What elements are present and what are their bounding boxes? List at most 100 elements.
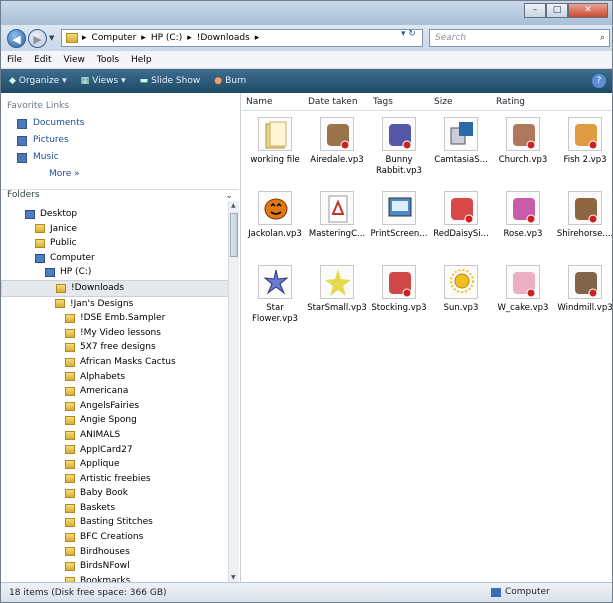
tree-item[interactable]: Angie Spong — [1, 413, 229, 428]
file-name: Windmill.vp3 — [557, 303, 613, 313]
tree-item[interactable]: ApplCard27 — [1, 443, 229, 458]
tree-item[interactable]: AngelsFairies — [1, 399, 229, 414]
menu-file[interactable]: File — [7, 55, 22, 65]
tree-item[interactable]: Basting Stitches — [1, 515, 229, 530]
tree-item-label: !My Video lessons — [80, 327, 161, 338]
slideshow-button[interactable]: ▬ Slide Show — [140, 76, 201, 86]
folder-icon — [258, 117, 292, 151]
organize-button[interactable]: ◆ Organize ▾ — [9, 76, 67, 86]
file-item[interactable]: Star Flower.vp3 — [244, 265, 306, 325]
tree-item[interactable]: !DSE Emb.Sampler — [1, 311, 229, 326]
tree-item[interactable]: BirdsNFowl — [1, 559, 229, 574]
help-icon[interactable]: ? — [592, 74, 606, 88]
tree-item[interactable]: Computer — [1, 251, 229, 266]
pdf-icon — [320, 191, 354, 225]
windmill-icon — [568, 265, 602, 299]
tree-item[interactable]: !Downloads — [1, 279, 229, 297]
command-bar: ◆ Organize ▾ ▦ Views ▾ ▬ Slide Show ● Burn ? — [1, 69, 612, 93]
chevron-down-icon[interactable]: ⌄ — [225, 191, 233, 201]
column-name[interactable]: Name — [246, 97, 273, 107]
folder-icon — [65, 313, 75, 323]
file-item[interactable]: Windmill.vp3 — [554, 265, 613, 314]
tree-item[interactable]: 5X7 free designs — [1, 340, 229, 355]
tree-item[interactable]: Public — [1, 236, 229, 251]
tree-item[interactable]: ANIMALS — [1, 428, 229, 443]
file-item[interactable]: PrintScreen... — [368, 191, 430, 240]
back-button[interactable]: ◀ — [7, 28, 26, 48]
file-item[interactable]: W_cake.vp3 — [492, 265, 554, 314]
folders-header[interactable]: Folders ⌄ — [1, 189, 239, 203]
tree-item[interactable]: Desktop — [1, 207, 229, 222]
file-item[interactable]: Church.vp3 — [492, 117, 554, 166]
file-name: PrintScreen... — [370, 229, 428, 239]
file-item[interactable]: Rose.vp3 — [492, 191, 554, 240]
scroll-down-icon[interactable]: ▼ — [231, 574, 236, 581]
tree-item[interactable]: Bookmarks — [1, 574, 229, 582]
tree-item[interactable]: Applique — [1, 457, 229, 472]
tree-item-label: Baskets — [80, 502, 116, 513]
file-item[interactable]: CamtasiaS... — [430, 117, 492, 166]
tree-item[interactable]: Artistic freebies — [1, 472, 229, 487]
menu-view[interactable]: View — [64, 55, 85, 65]
file-item[interactable]: Shirehorse.... — [554, 191, 612, 240]
column-tags[interactable]: Tags — [373, 97, 393, 107]
file-item[interactable]: Fish 2.vp3 — [554, 117, 612, 166]
tree-item[interactable]: !Jan's Designs — [1, 297, 229, 312]
sun-icon — [444, 265, 478, 299]
favorite-label: Pictures — [33, 135, 69, 145]
refresh-icon[interactable]: ▾ ↻ — [401, 29, 416, 39]
breadcrumb-computer[interactable]: Computer — [92, 33, 137, 43]
tree-item[interactable]: Alphabets — [1, 370, 229, 385]
computer-icon — [25, 209, 35, 219]
status-text: 18 items (Disk free space: 366 GB) — [9, 587, 167, 598]
tree-item[interactable]: African Masks Cactus — [1, 355, 229, 370]
tree-item[interactable]: HP (C:) — [1, 265, 229, 280]
breadcrumb-drive[interactable]: HP (C:) — [151, 33, 182, 43]
minimize-button[interactable]: – — [524, 3, 546, 18]
tree-item[interactable]: Baskets — [1, 501, 229, 516]
computer-icon — [45, 268, 55, 278]
tree-scrollbar[interactable]: ▲ ▼ — [228, 201, 239, 582]
recent-pages-dropdown-icon[interactable]: ▼ — [49, 34, 54, 42]
file-item[interactable]: StarSmall.vp3 — [306, 265, 368, 314]
file-item[interactable]: RedDaisySi... — [430, 191, 492, 240]
column-rating[interactable]: Rating — [496, 97, 525, 107]
tree-item[interactable]: !My Video lessons — [1, 326, 229, 341]
burn-button[interactable]: ● Burn — [214, 76, 246, 86]
tree-item[interactable]: Americana — [1, 384, 229, 399]
more-link[interactable]: More » — [17, 166, 240, 183]
file-item[interactable]: Stocking.vp3 — [368, 265, 430, 314]
file-name: RedDaisySi... — [433, 229, 489, 239]
tree-item[interactable]: Baby Book — [1, 486, 229, 501]
tree-item[interactable]: BFC Creations — [1, 530, 229, 545]
file-name: Star Flower.vp3 — [252, 303, 298, 324]
file-item[interactable]: Jackolan.vp3 — [244, 191, 306, 240]
column-size[interactable]: Size — [434, 97, 452, 107]
file-item[interactable]: Sun.vp3 — [430, 265, 492, 314]
menu-help[interactable]: Help — [131, 55, 152, 65]
scroll-up-icon[interactable]: ▲ — [231, 202, 236, 209]
file-item[interactable]: Airedale.vp3 — [306, 117, 368, 166]
address-bar[interactable]: ▸ Computer ▸ HP (C:) ▸ !Downloads ▸ — [61, 29, 423, 47]
search-input[interactable]: Search ⌕ — [429, 29, 610, 47]
pictures-icon — [17, 135, 27, 146]
forward-button[interactable]: ▶ — [28, 28, 47, 48]
tree-item[interactable]: Birdhouses — [1, 545, 229, 560]
views-button[interactable]: ▦ Views ▾ — [81, 76, 126, 86]
scrollbar-thumb[interactable] — [230, 213, 238, 257]
favorite-music[interactable]: Music — [17, 149, 240, 166]
tree-item[interactable]: Janice — [1, 222, 229, 237]
file-item[interactable]: Bunny Rabbit.vp3 — [368, 117, 430, 177]
breadcrumb-downloads[interactable]: !Downloads — [197, 33, 250, 43]
favorite-pictures[interactable]: Pictures — [17, 132, 240, 149]
search-icon[interactable]: ⌕ — [600, 30, 605, 46]
tree-item-label: Artistic freebies — [80, 473, 151, 484]
file-item[interactable]: working file — [244, 117, 306, 166]
file-item[interactable]: MasteringC... — [306, 191, 368, 240]
close-button[interactable]: ✕ — [568, 3, 608, 18]
column-date-taken[interactable]: Date taken — [308, 97, 358, 107]
menu-tools[interactable]: Tools — [97, 55, 119, 65]
menu-edit[interactable]: Edit — [34, 55, 51, 65]
maximize-button[interactable]: □ — [546, 3, 568, 18]
favorite-documents[interactable]: Documents — [17, 115, 240, 132]
